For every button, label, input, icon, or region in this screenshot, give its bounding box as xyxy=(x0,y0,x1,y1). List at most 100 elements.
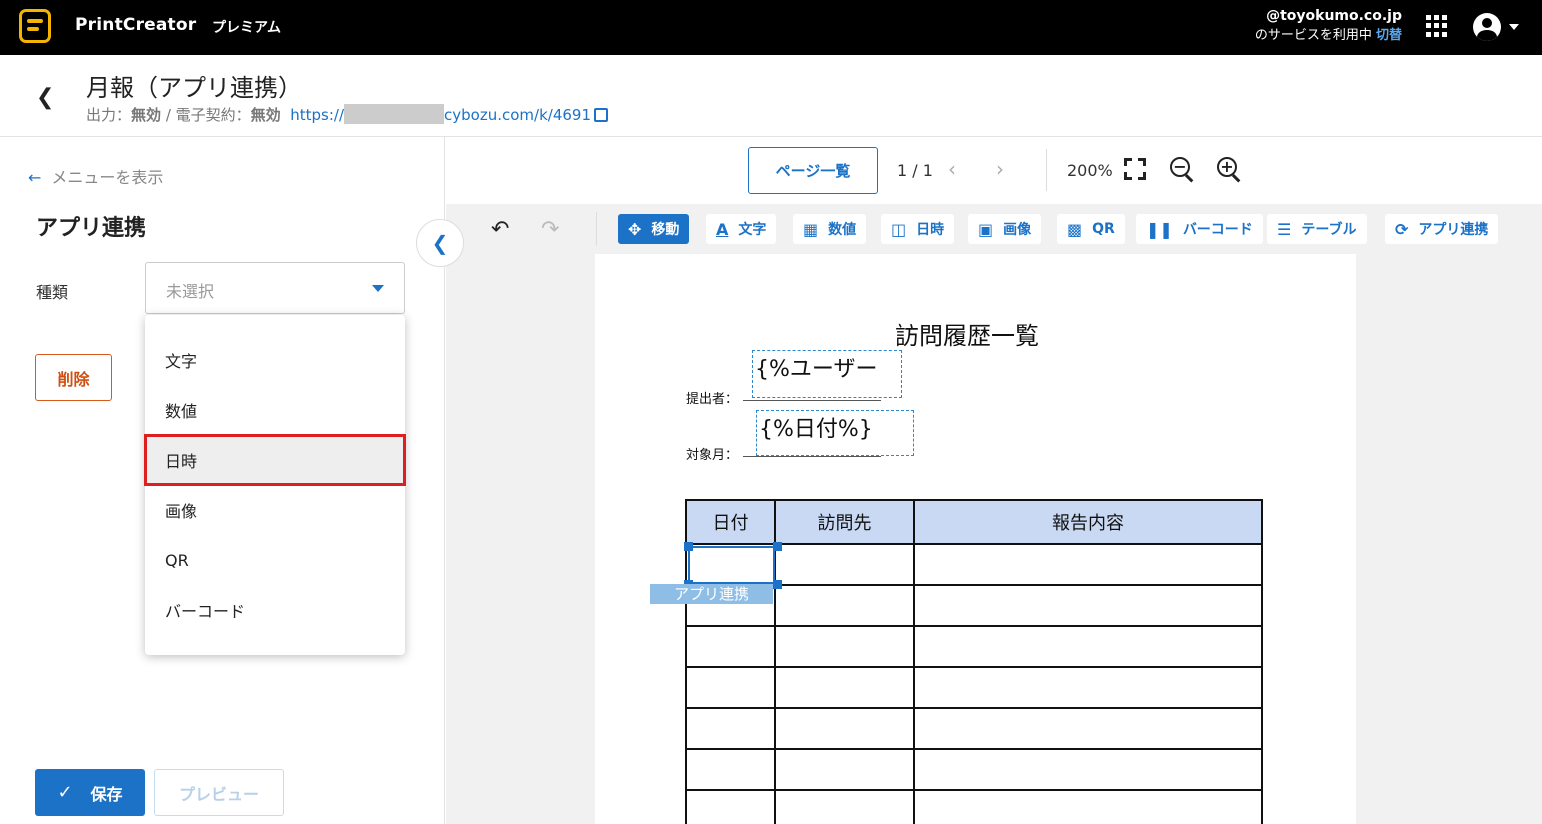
table-cell[interactable] xyxy=(913,748,1263,791)
tool-text[interactable]: A 文字 xyxy=(706,214,777,244)
month-underline xyxy=(743,456,881,457)
selected-cell-frame[interactable] xyxy=(688,546,775,584)
editor-canvas: ↶ ↷ ✥ 移動 A 文字 ▦ 数値 ◫ 日時 ▣ 画像 ▩ QR ❚❚ バーコード ☰ テーブ… xyxy=(446,204,1542,824)
table-cell[interactable] xyxy=(913,625,1263,668)
document-page[interactable]: 訪問履歴一覧 提出者： {%ユーザー 対象月： {%日付%} 日付 訪問先 報告… xyxy=(595,254,1356,824)
zoom-in-icon[interactable]: + xyxy=(1217,157,1243,183)
account-info: @toyokumo.co.jp のサービスを利用中 切替 xyxy=(1255,7,1402,45)
printcreator-logo-icon[interactable] xyxy=(19,9,51,43)
account-caret-icon[interactable] xyxy=(1509,24,1519,30)
app-url-link[interactable]: https:// cybozu.com/k/4691 xyxy=(290,104,608,124)
table-cell[interactable] xyxy=(774,666,915,709)
dropdown-option-datetime[interactable]: 日時 xyxy=(144,434,406,486)
table-cell[interactable] xyxy=(685,625,776,668)
delete-button[interactable]: 削除 xyxy=(35,354,112,401)
account-circle-icon[interactable] xyxy=(1473,13,1501,41)
chevron-left-icon[interactable]: ❮ xyxy=(432,231,449,255)
page-bar: ページ一覧 1 / 1 ‹ › 200% − + xyxy=(446,137,1542,204)
brand-name[interactable]: PrintCreator xyxy=(75,15,196,35)
url-prefix[interactable]: https:// xyxy=(290,106,344,124)
table-header-report[interactable]: 報告内容 xyxy=(913,499,1263,545)
tool-barcode[interactable]: ❚❚ バーコード xyxy=(1136,214,1263,244)
resize-handle[interactable] xyxy=(773,542,782,551)
table-cell[interactable] xyxy=(774,584,915,627)
table-cell[interactable] xyxy=(913,543,1263,586)
table-cell[interactable] xyxy=(685,666,776,709)
table-cell[interactable] xyxy=(685,748,776,791)
save-label[interactable]: 保存 xyxy=(91,781,123,805)
tool-datetime[interactable]: ◫ 日時 xyxy=(881,214,955,244)
account-email: @toyokumo.co.jp xyxy=(1266,8,1402,24)
table-cell[interactable] xyxy=(685,789,776,824)
section-title: アプリ連携 xyxy=(36,216,147,241)
tool-label: 日時 xyxy=(916,222,945,238)
table-row xyxy=(685,789,1263,824)
url-suffix[interactable]: cybozu.com/k/4691 xyxy=(444,106,591,124)
dropdown-option-barcode[interactable]: バーコード xyxy=(145,585,405,635)
save-button[interactable]: ✓ 保存 xyxy=(35,769,145,816)
table-header-destination[interactable]: 訪問先 xyxy=(774,499,915,545)
contract-value: 無効 xyxy=(250,106,281,124)
fit-screen-icon[interactable] xyxy=(1124,158,1146,180)
calendar-icon: ◫ xyxy=(891,219,907,239)
tool-app-link[interactable]: ⟳ アプリ連携 xyxy=(1385,214,1499,244)
show-menu-label[interactable]: メニューを表示 xyxy=(51,168,163,187)
document-title[interactable]: 訪問履歴一覧 xyxy=(895,316,1039,351)
table-cell[interactable] xyxy=(685,707,776,750)
apps-grid-icon[interactable] xyxy=(1426,15,1448,37)
meta-separator: / xyxy=(165,106,171,124)
table-cell[interactable] xyxy=(913,789,1263,824)
divider xyxy=(1046,149,1047,191)
chevron-right-icon[interactable]: › xyxy=(996,157,1004,181)
kind-label: 種類 xyxy=(36,283,69,302)
tool-label: アプリ連携 xyxy=(1418,222,1489,238)
page-title: 月報（アプリ連携） xyxy=(86,74,302,102)
tool-move[interactable]: ✥ 移動 xyxy=(618,214,690,244)
dropdown-option-qr[interactable]: QR xyxy=(145,535,405,585)
collapse-panel-button[interactable]: ❮ xyxy=(416,219,464,267)
table-header-date[interactable]: 日付 xyxy=(685,499,776,545)
top-bar: PrintCreator プレミアム @toyokumo.co.jp のサービス… xyxy=(0,0,1542,55)
text-icon: A xyxy=(716,219,729,239)
redo-icon[interactable]: ↷ xyxy=(541,217,559,242)
table-cell[interactable] xyxy=(913,707,1263,750)
dropdown-option-number[interactable]: 数値 xyxy=(145,385,405,435)
table-cell[interactable] xyxy=(774,789,915,824)
zoom-out-icon[interactable]: − xyxy=(1170,157,1196,183)
dropdown-option-image[interactable]: 画像 xyxy=(145,485,405,535)
kind-select-value[interactable]: 未選択 xyxy=(166,278,214,302)
month-placeholder[interactable]: {%日付%} xyxy=(756,410,914,456)
chevron-left-icon[interactable]: ‹ xyxy=(948,157,956,181)
table-cell[interactable] xyxy=(913,584,1263,627)
tool-table[interactable]: ☰ テーブル xyxy=(1267,214,1367,244)
dropdown-caret-icon[interactable] xyxy=(372,285,384,292)
arrow-left-icon[interactable]: ← xyxy=(28,168,41,187)
table-cell[interactable] xyxy=(774,625,915,668)
table-cell[interactable] xyxy=(913,666,1263,709)
table-cell[interactable] xyxy=(774,748,915,791)
undo-icon[interactable]: ↶ xyxy=(491,217,509,242)
dropdown-option-text[interactable]: 文字 xyxy=(145,335,405,385)
month-label[interactable]: 対象月： xyxy=(686,444,738,463)
show-menu-link[interactable]: ← メニューを表示 xyxy=(28,164,163,188)
table-cell[interactable] xyxy=(774,543,915,586)
tool-image[interactable]: ▣ 画像 xyxy=(968,214,1042,244)
barcode-icon: ❚❚ xyxy=(1146,219,1173,239)
tool-number[interactable]: ▦ 数値 xyxy=(793,214,867,244)
qr-icon: ▩ xyxy=(1067,219,1083,239)
switch-link[interactable]: 切替 xyxy=(1376,28,1402,43)
back-arrow-icon[interactable]: ❮ xyxy=(36,85,54,110)
kind-select[interactable]: 未選択 xyxy=(145,262,405,314)
resize-handle[interactable] xyxy=(684,542,693,551)
submitter-placeholder[interactable]: {%ユーザー xyxy=(752,350,902,398)
external-link-icon[interactable] xyxy=(594,108,608,122)
tool-qr[interactable]: ▩ QR xyxy=(1057,214,1125,244)
resize-handle[interactable] xyxy=(773,580,782,589)
page-list-button[interactable]: ページ一覧 xyxy=(748,147,878,194)
template-meta: 出力：無効 / 電子契約：無効 https://cybozu.com/k/469… xyxy=(86,104,608,125)
submitter-label[interactable]: 提出者： xyxy=(686,388,738,407)
tool-label: 数値 xyxy=(828,222,857,238)
submitter-underline xyxy=(743,400,881,401)
preview-button[interactable]: プレビュー xyxy=(154,769,284,816)
table-cell[interactable] xyxy=(774,707,915,750)
